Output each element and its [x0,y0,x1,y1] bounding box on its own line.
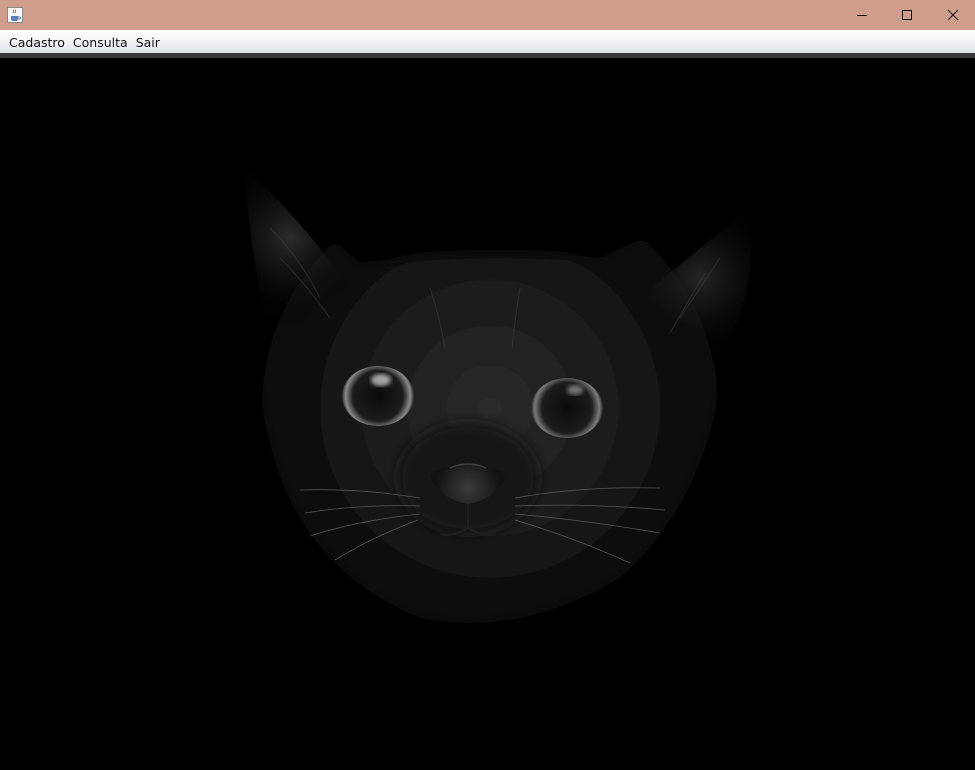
menu-consulta[interactable]: Consulta [69,30,132,53]
java-cup-icon[interactable] [7,7,23,23]
close-icon [947,6,959,25]
maximize-icon [901,6,913,25]
black-cat-face-image [0,58,975,770]
menu-sair[interactable]: Sair [132,30,164,53]
menu-bar: Cadastro Consulta Sair [0,30,975,53]
close-button[interactable] [930,0,975,30]
application-window: Cadastro Consulta Sair [0,0,975,770]
title-bar[interactable] [0,0,975,30]
maximize-button[interactable] [884,0,930,30]
minimize-icon [856,6,868,25]
menu-cadastro[interactable]: Cadastro [5,30,69,53]
minimize-button[interactable] [839,0,885,30]
content-panel [0,58,975,770]
